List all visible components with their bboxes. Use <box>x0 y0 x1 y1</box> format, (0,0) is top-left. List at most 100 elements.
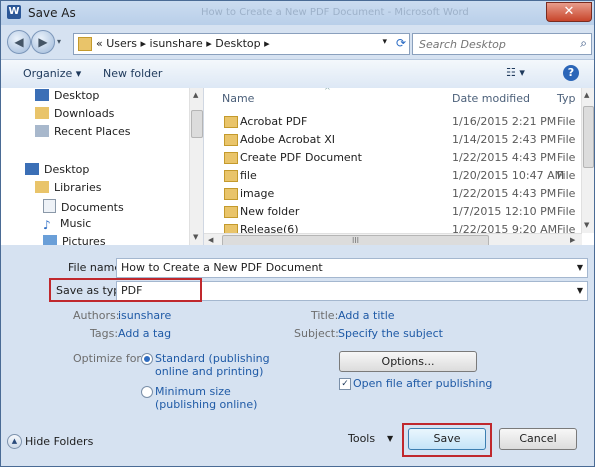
scroll-left-icon[interactable]: ◀ <box>208 236 213 244</box>
recent-locations-dropdown-icon[interactable]: ▾ <box>57 37 61 46</box>
address-bar[interactable]: « Users ▸ isunshare ▸ Desktop ▸ ▾ ⟳ <box>73 33 410 55</box>
nav-item-recent-places[interactable]: Recent Places <box>35 125 131 138</box>
save-as-type-dropdown-icon[interactable]: ▼ <box>577 286 583 295</box>
file-date: 1/22/2015 4:43 PM <box>452 151 557 164</box>
address-dropdown-icon[interactable]: ▾ <box>382 37 387 47</box>
help-icon[interactable]: ? <box>563 65 579 81</box>
tools-dropdown-icon[interactable]: ▼ <box>387 434 393 443</box>
scroll-down-icon[interactable]: ▼ <box>584 221 589 229</box>
subject-label: Subject: <box>294 327 339 340</box>
title-value[interactable]: Add a title <box>338 309 395 322</box>
file-date: 1/14/2015 2:43 PM <box>452 133 557 146</box>
recent-places-icon <box>35 125 49 137</box>
nav-item-libraries[interactable]: Libraries <box>35 181 102 194</box>
tools-button[interactable]: Tools <box>348 432 375 445</box>
file-type: File <box>557 151 576 164</box>
nav-item-label: Documents <box>61 201 124 214</box>
file-name-value[interactable]: How to Create a New PDF Document <box>121 261 323 274</box>
column-header-date[interactable]: Date modified <box>452 92 530 105</box>
faded-document-title: How to Create a New PDF Document - Micro… <box>201 7 469 18</box>
scroll-up-icon[interactable]: ▲ <box>193 91 198 99</box>
nav-item-downloads[interactable]: Downloads <box>35 107 114 120</box>
file-date: 1/20/2015 10:47 AM <box>452 169 565 182</box>
optimize-minimum-line1[interactable]: Minimum size <box>155 385 231 398</box>
hide-folders-button[interactable]: Hide Folders <box>25 435 93 448</box>
file-row[interactable]: file 1/20/2015 10:47 AM File <box>204 167 582 185</box>
tags-label: Tags: <box>90 327 119 340</box>
title-label: Title: <box>311 309 339 322</box>
folder-icon <box>224 206 238 218</box>
optimize-standard-radio[interactable] <box>141 353 153 365</box>
save-as-dialog: W Save As How to Create a New PDF Docume… <box>0 0 595 467</box>
tags-value[interactable]: Add a tag <box>118 327 171 340</box>
save-options-panel: File name: How to Create a New PDF Docum… <box>1 246 594 421</box>
save-button[interactable]: Save <box>408 428 486 450</box>
file-name: Create PDF Document <box>240 151 362 164</box>
desktop-icon <box>25 163 39 175</box>
nav-item-desktop[interactable]: Desktop <box>25 163 89 176</box>
file-type: File <box>557 133 576 146</box>
scroll-thumb[interactable] <box>191 110 203 138</box>
file-name: Adobe Acrobat XI <box>240 133 335 146</box>
file-row[interactable]: New folder 1/7/2015 12:10 PM File <box>204 203 582 221</box>
command-toolbar: Organize ▾ New folder ☷ ▾ ? <box>1 59 594 89</box>
file-row[interactable]: Acrobat PDF 1/16/2015 2:21 PM File <box>204 113 582 131</box>
file-row[interactable]: Adobe Acrobat XI 1/14/2015 2:43 PM File <box>204 131 582 149</box>
file-name-dropdown-icon[interactable]: ▼ <box>577 263 583 272</box>
close-button[interactable]: ✕ <box>546 2 592 22</box>
file-name: image <box>240 187 275 200</box>
forward-arrow-icon: ▶ <box>38 35 48 49</box>
file-date: 1/7/2015 12:10 PM <box>452 205 557 218</box>
authors-value[interactable]: isunshare <box>118 309 171 322</box>
optimize-standard-line2[interactable]: online and printing) <box>155 365 263 378</box>
file-list-scrollbar[interactable]: ▲ ▼ <box>581 88 594 233</box>
collapse-arrow-icon[interactable]: ▲ <box>7 434 22 449</box>
search-box[interactable]: ⌕ <box>412 33 592 55</box>
back-arrow-icon: ◀ <box>14 35 24 49</box>
authors-label: Authors: <box>73 309 120 322</box>
nav-item-label: Recent Places <box>54 125 131 138</box>
file-name-input[interactable]: How to Create a New PDF Document ▼ <box>116 258 588 278</box>
file-type: File <box>557 115 576 128</box>
scroll-up-icon[interactable]: ▲ <box>584 91 589 99</box>
file-row[interactable]: image 1/22/2015 4:43 PM File <box>204 185 582 203</box>
nav-item-label: Libraries <box>54 181 102 194</box>
folder-icon <box>78 37 92 51</box>
column-header-type[interactable]: Typ <box>557 92 576 105</box>
pictures-icon <box>43 235 57 245</box>
optimize-standard-line1[interactable]: Standard (publishing <box>155 352 270 365</box>
open-after-publishing-label[interactable]: Open file after publishing <box>353 377 492 390</box>
file-list: Name ^ Date modified Typ Acrobat PDF 1/1… <box>204 88 594 245</box>
nav-item-pictures[interactable]: Pictures <box>43 235 106 245</box>
new-folder-button[interactable]: New folder <box>103 67 162 80</box>
nav-pane-scrollbar[interactable]: ▲ ▼ <box>189 88 203 245</box>
search-icon[interactable]: ⌕ <box>580 36 587 51</box>
refresh-icon[interactable]: ⟳ <box>396 36 406 50</box>
scroll-down-icon[interactable]: ▼ <box>193 233 198 241</box>
scroll-right-icon[interactable]: ▶ <box>570 236 575 244</box>
subject-value[interactable]: Specify the subject <box>338 327 443 340</box>
nav-item-music[interactable]: ♪ Music <box>43 217 91 231</box>
cancel-button[interactable]: Cancel <box>499 428 577 450</box>
organize-button[interactable]: Organize ▾ <box>23 67 81 80</box>
nav-item-documents[interactable]: Documents <box>43 199 124 214</box>
folder-icon <box>224 116 238 128</box>
sort-arrow-icon: ^ <box>324 88 331 95</box>
nav-item-desktop-fav[interactable]: Desktop <box>35 89 99 102</box>
options-button[interactable]: Options... <box>339 351 477 372</box>
file-type: File <box>557 187 576 200</box>
dialog-footer: ▲ Hide Folders Tools ▼ Save Cancel <box>1 421 594 466</box>
forward-button[interactable]: ▶ <box>31 30 55 54</box>
open-after-publishing-checkbox[interactable]: ✓ <box>339 378 351 390</box>
file-list-hscrollbar[interactable]: ◀ III ▶ <box>204 233 582 245</box>
hscroll-thumb[interactable]: III <box>222 235 489 245</box>
file-row[interactable]: Create PDF Document 1/22/2015 4:43 PM Fi… <box>204 149 582 167</box>
search-input[interactable] <box>417 36 571 52</box>
breadcrumb[interactable]: « Users ▸ isunshare ▸ Desktop ▸ <box>96 37 270 50</box>
views-button[interactable]: ☷ ▾ <box>506 66 525 79</box>
optimize-minimum-radio[interactable] <box>141 386 153 398</box>
optimize-minimum-line2[interactable]: (publishing online) <box>155 398 257 411</box>
column-header-name[interactable]: Name <box>222 92 254 105</box>
scroll-thumb[interactable] <box>583 106 594 168</box>
back-button[interactable]: ◀ <box>7 30 31 54</box>
